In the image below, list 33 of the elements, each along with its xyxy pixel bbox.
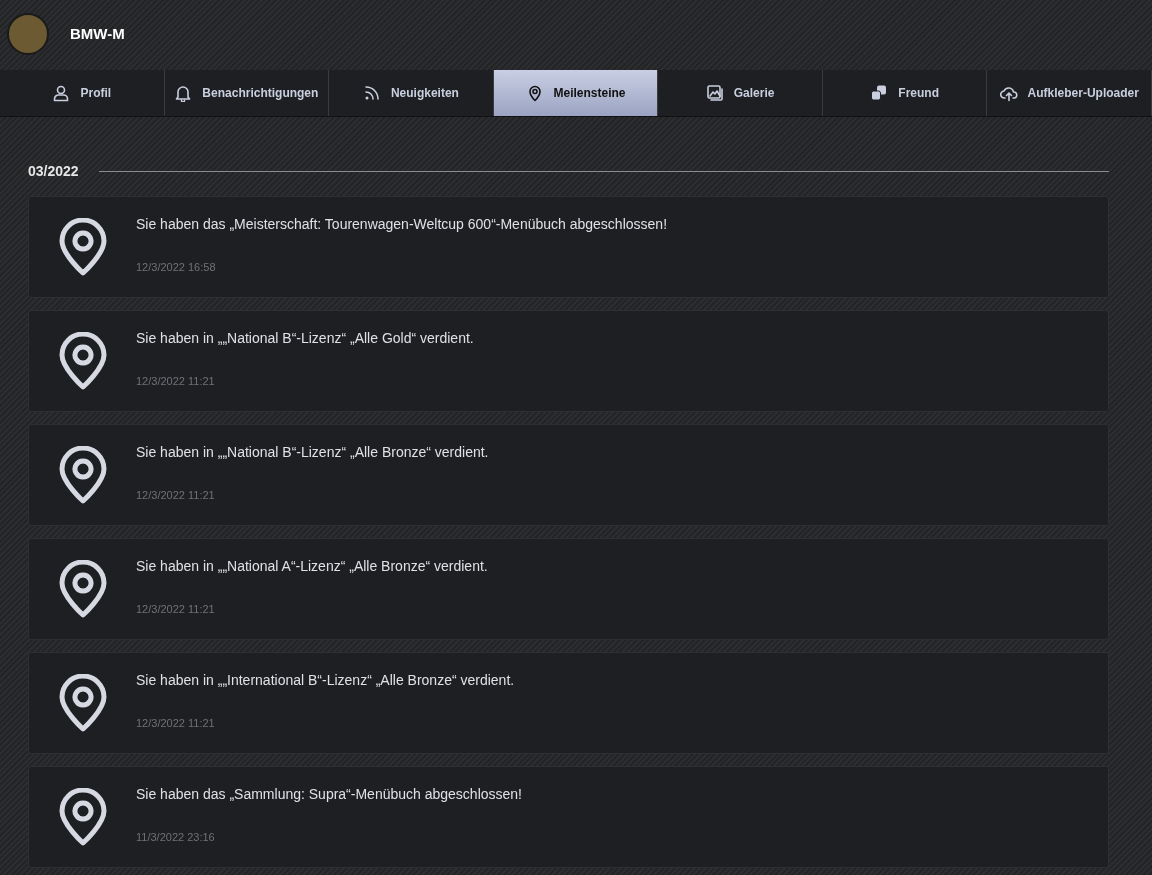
avatar-photo-placeholder bbox=[7, 13, 49, 55]
milestone-time: 12/3/2022 11:21 bbox=[136, 488, 216, 503]
location-pin-icon bbox=[57, 446, 108, 504]
nav-tab[interactable]: Benachrichtigungen bbox=[164, 70, 330, 116]
milestone-text: Sie haben in „„National B“-Lizenz“ „Alle Gold“ verdient. bbox=[136, 329, 475, 348]
nav-tab[interactable]: Neuigkeiten bbox=[329, 70, 494, 116]
milestone-text: Sie haben in „„National B“-Lizenz“ „Alle Bronze“ verdient. bbox=[136, 443, 490, 462]
milestone-text: Sie haben in „„National A“-Lizenz“ „Alle Bronze“ verdient. bbox=[136, 557, 489, 576]
location-pin-icon bbox=[57, 560, 108, 618]
nav-tab[interactable]: Freund bbox=[822, 70, 988, 116]
month-heading: 03/2022 bbox=[28, 162, 79, 181]
milestone-text: Sie haben in „„International B“-Lizenz“ „Alle Bronze“ verdient. bbox=[136, 671, 516, 690]
milestone-time: 12/3/2022 11:21 bbox=[136, 602, 216, 617]
milestone-time: 12/3/2022 16:58 bbox=[136, 260, 217, 275]
location-pin-icon bbox=[57, 332, 108, 390]
nav-tab[interactable]: Galerie bbox=[658, 70, 823, 116]
nav-tab[interactable]: Aufkleber-Uploader bbox=[987, 70, 1152, 116]
milestone-time: 11/3/2022 23:16 bbox=[136, 830, 216, 845]
cloud-upload-icon bbox=[999, 84, 1018, 102]
milestone-time: 12/3/2022 11:21 bbox=[136, 374, 216, 389]
nav-tab[interactable]: Meilensteine bbox=[493, 70, 659, 116]
location-pin-icon bbox=[57, 218, 108, 276]
milestone-text: Sie haben das „Meisterschaft: Tourenwagen-Weltcup 600“-Menübuch abgeschlossen! bbox=[136, 215, 668, 234]
milestone-text: Sie haben das „Sammlung: Supra“-Menübuch abgeschlossen! bbox=[136, 785, 523, 804]
bell-icon bbox=[174, 84, 193, 102]
person-icon bbox=[52, 84, 71, 102]
image-gallery-icon bbox=[705, 84, 724, 102]
location-pin-icon bbox=[57, 674, 108, 732]
rss-icon bbox=[362, 84, 381, 102]
milestone-time: 12/3/2022 11:21 bbox=[136, 716, 216, 731]
nav-tab[interactable]: Profil bbox=[0, 70, 165, 116]
location-pin-icon bbox=[57, 788, 108, 846]
profile-name: BMW-M bbox=[70, 23, 125, 44]
